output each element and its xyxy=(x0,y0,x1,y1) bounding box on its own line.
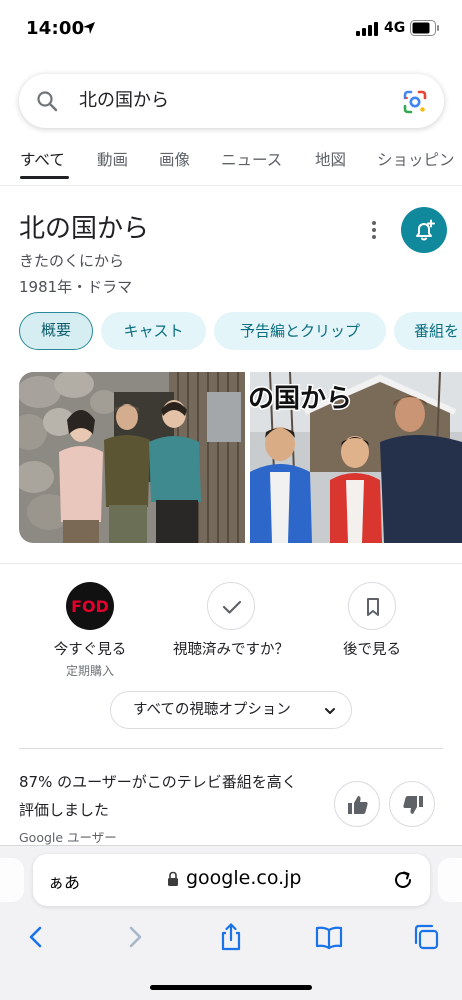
title-card-image: の国から xyxy=(250,372,462,543)
reload-icon[interactable] xyxy=(392,869,414,891)
thumbs-down-button[interactable] xyxy=(389,781,435,827)
google-lens-icon[interactable] xyxy=(402,89,428,115)
chip-episodes[interactable]: 番組を xyxy=(394,312,462,350)
signal-icon xyxy=(356,22,378,36)
rating-text: 87% のユーザーがこのテレビ番組を高く評価しました xyxy=(19,773,297,819)
topic-chips: 概要 キャスト 予告編とクリップ 番組を xyxy=(0,312,462,352)
all-watch-options-label: すべての視聴オプション xyxy=(133,702,291,718)
back-icon[interactable] xyxy=(22,922,52,952)
search-input[interactable] xyxy=(79,88,379,109)
chevron-down-icon xyxy=(325,708,335,714)
fod-logo-icon[interactable]: FOD xyxy=(66,582,114,630)
checkmark-icon xyxy=(222,600,242,614)
url-text[interactable]: google.co.jp xyxy=(186,867,302,889)
battery-icon xyxy=(410,20,439,36)
image-title-text: の国から xyxy=(250,384,352,414)
watch-later-label: 後で見る xyxy=(343,642,401,658)
thumbs-up-button[interactable] xyxy=(334,781,380,827)
tab-images[interactable]: 画像 xyxy=(159,148,190,170)
chip-trailers[interactable]: 予告編とクリップ xyxy=(214,312,386,350)
tab-maps[interactable]: 地図 xyxy=(315,148,346,170)
rating-source: Google ユーザー xyxy=(19,830,117,845)
cast-photo[interactable] xyxy=(19,372,245,543)
divider xyxy=(0,185,462,186)
tab-all[interactable]: すべて xyxy=(20,148,65,170)
lock-icon xyxy=(168,871,178,886)
home-indicator xyxy=(150,985,312,990)
more-options-icon[interactable] xyxy=(364,218,384,242)
bell-plus-icon xyxy=(416,219,435,241)
thumbs-down-icon xyxy=(403,796,423,814)
chip-cast[interactable]: キャスト xyxy=(101,312,206,350)
title-card-photo[interactable]: の国から xyxy=(250,372,462,543)
watch-now-option[interactable]: FOD 今すぐ見る 定期購入 xyxy=(20,582,160,679)
title-reading: きたのくにから xyxy=(19,252,125,270)
bookmark-button[interactable] xyxy=(348,582,396,630)
watched-option[interactable]: 視聴済みですか？ xyxy=(161,582,301,659)
notify-button[interactable] xyxy=(401,207,447,253)
address-bar[interactable]: ぁあ google.co.jp xyxy=(33,854,430,906)
all-watch-options-button[interactable]: すべての視聴オプション xyxy=(110,691,352,729)
watch-now-label: 今すぐ見る xyxy=(53,642,127,658)
watch-later-option[interactable]: 後で見る xyxy=(302,582,442,659)
fod-logo-text: FOD xyxy=(71,597,109,616)
search-tabs: すべて 動画 画像 ニュース 地図 ショッピン xyxy=(0,142,462,182)
share-icon[interactable] xyxy=(216,922,246,952)
browser-toolbar: ぁあ google.co.jp xyxy=(0,845,462,1000)
divider xyxy=(0,563,462,564)
tab-videos[interactable]: 動画 xyxy=(97,148,128,170)
tab-news[interactable]: ニュース xyxy=(221,148,282,170)
divider xyxy=(19,748,443,749)
fod-logo-image: FOD xyxy=(71,597,109,616)
previous-tab-preview[interactable] xyxy=(0,858,24,902)
status-bar: 14:00 4G xyxy=(0,0,462,56)
forward-icon[interactable] xyxy=(119,922,149,952)
search-icon[interactable] xyxy=(35,89,59,113)
bookmarks-icon[interactable] xyxy=(314,922,344,952)
location-arrow-icon xyxy=(83,22,95,34)
chip-overview[interactable]: 概要 xyxy=(19,312,93,350)
page-title: 北の国から xyxy=(19,214,150,244)
tab-shopping[interactable]: ショッピン xyxy=(377,148,455,170)
network-type: 4G xyxy=(384,20,406,36)
next-tab-preview[interactable] xyxy=(438,858,462,902)
search-box[interactable] xyxy=(19,74,444,128)
title-meta: 1981年・ドラマ xyxy=(19,278,133,296)
thumbs-up-icon xyxy=(348,796,368,814)
cast-photo-image xyxy=(19,372,245,543)
watched-label: 視聴済みですか？ xyxy=(173,642,289,658)
page-settings-button[interactable]: ぁあ xyxy=(48,869,80,893)
tabs-icon[interactable] xyxy=(411,922,441,952)
watch-now-sub: 定期購入 xyxy=(65,664,114,678)
checkmark-button[interactable] xyxy=(207,582,255,630)
bookmark-icon xyxy=(367,598,379,616)
status-time: 14:00 xyxy=(26,18,85,39)
active-tab-indicator xyxy=(20,176,69,179)
